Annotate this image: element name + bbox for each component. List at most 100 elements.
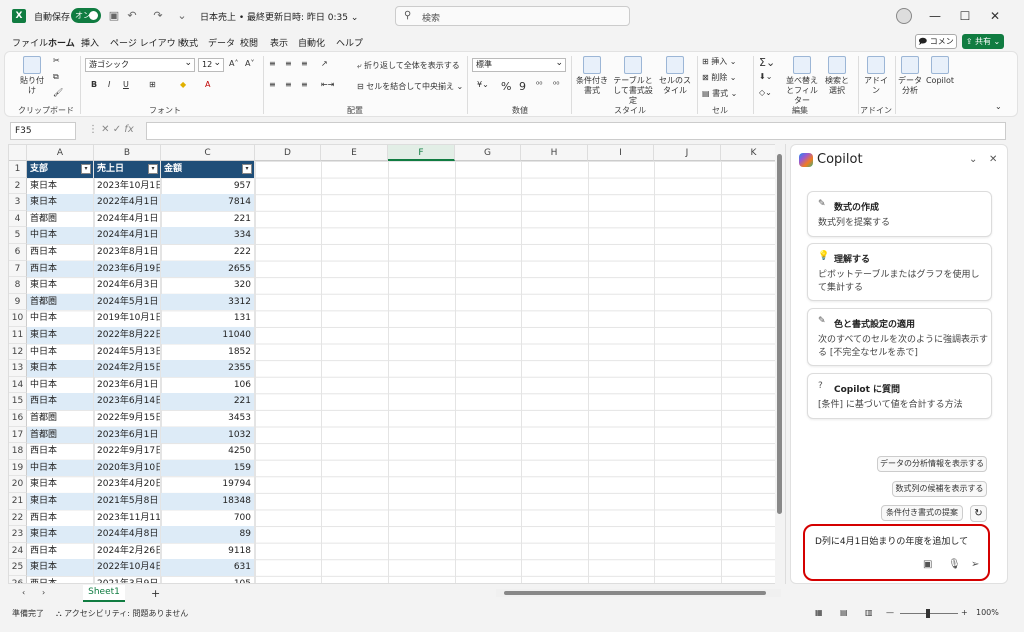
comma-icon[interactable]: 9 — [519, 80, 526, 93]
tab-view[interactable]: 表示 — [270, 36, 288, 49]
filter-dropdown-icon[interactable]: ▾ — [81, 164, 91, 174]
table-cell[interactable]: 105 — [161, 576, 255, 583]
suggestion-conditional-format[interactable]: 条件付き書式の提案 — [881, 505, 963, 521]
increase-decimal-icon[interactable]: ⁰⁰ — [536, 80, 542, 89]
table-cell[interactable]: 2023年11月11日 — [94, 509, 161, 527]
table-cell[interactable]: 3453 — [161, 410, 255, 427]
table-cell[interactable]: 2024年2月15日 — [94, 360, 161, 377]
table-cell[interactable]: 首都圏 — [27, 426, 94, 444]
table-cell[interactable]: 中日本 — [27, 376, 94, 394]
column-header-i[interactable]: I — [588, 145, 654, 161]
row-header[interactable]: 17 — [9, 426, 27, 444]
table-cell[interactable]: 131 — [161, 310, 255, 327]
row-header[interactable]: 21 — [9, 493, 27, 510]
tab-page-layout[interactable]: ページ レイアウト — [110, 36, 185, 49]
worksheet-grid[interactable]: A B C D E F G H I J K 1 2 3 4 5 6 7 8 9 10 11 12 13 14 15 16 17 18 19… — [8, 144, 786, 584]
zoom-slider-thumb[interactable] — [926, 609, 930, 618]
copy-icon[interactable]: ⧉ — [53, 72, 59, 82]
column-header-a[interactable]: A — [27, 145, 94, 161]
align-top-icon[interactable]: ≡ — [269, 59, 276, 68]
close-icon[interactable]: ✕ — [986, 7, 1004, 25]
indent-icon[interactable]: ⇤⇥ — [321, 80, 334, 89]
undo-icon[interactable]: ↶ — [124, 8, 140, 24]
table-cell[interactable]: 2021年3月9日 — [94, 576, 161, 583]
table-cell[interactable]: 2024年4月1日 — [94, 210, 161, 228]
table-cell[interactable]: 19794 — [161, 476, 255, 493]
share-button[interactable]: ⇪ 共有 ⌄ — [962, 34, 1004, 49]
suggestion-show-insights[interactable]: データの分析情報を表示する — [877, 456, 987, 472]
autosum-icon[interactable]: Σ⌄ — [759, 56, 775, 69]
table-cell[interactable]: 334 — [161, 227, 255, 244]
row-header[interactable]: 13 — [9, 360, 27, 377]
align-left-icon[interactable]: ≡ — [269, 80, 276, 89]
table-cell[interactable]: 東日本 — [27, 194, 94, 211]
user-avatar[interactable] — [896, 8, 912, 24]
accessibility-status[interactable]: ⛬ アクセシビリティ: 問題ありません — [56, 608, 188, 619]
italic-icon[interactable]: I — [108, 80, 110, 89]
row-header[interactable]: 2 — [9, 177, 27, 195]
tab-data[interactable]: データ — [208, 36, 235, 49]
row-header[interactable]: 25 — [9, 559, 27, 576]
tab-help[interactable]: ヘルプ — [336, 36, 363, 49]
prompt-guide-icon[interactable]: ▣ — [923, 559, 932, 570]
fill-color-icon[interactable]: ◆ — [180, 80, 186, 89]
comment-button[interactable]: 🗩 コメント — [915, 34, 957, 59]
zoom-out-icon[interactable]: — — [886, 608, 894, 617]
document-title[interactable]: 日本売上 • 最終更新日時: 昨日 0:35 ⌄ — [200, 10, 358, 23]
copilot-card-create-formula[interactable]: ✎ 数式の作成 数式列を提案する — [807, 191, 992, 237]
column-header-b[interactable]: B — [94, 145, 161, 161]
font-name-select[interactable]: 游ゴシック — [85, 57, 195, 72]
table-cell[interactable]: 2355 — [161, 360, 255, 377]
table-cell[interactable]: 159 — [161, 459, 255, 477]
name-box[interactable]: F35 — [10, 122, 76, 140]
column-header-f[interactable]: F — [388, 145, 455, 161]
decrease-decimal-icon[interactable]: ⁰⁰ — [553, 80, 559, 89]
table-cell[interactable]: 首都圏 — [27, 210, 94, 228]
format-cells-button[interactable]: ▤ 書式 ⌄ — [702, 88, 737, 99]
table-cell[interactable]: 18348 — [161, 493, 255, 510]
table-cell[interactable]: 106 — [161, 376, 255, 394]
table-cell[interactable]: 11040 — [161, 327, 255, 344]
cut-icon[interactable]: ✂ — [53, 56, 60, 65]
function-icon[interactable]: fx — [124, 124, 133, 135]
column-header-j[interactable]: J — [654, 145, 721, 161]
table-cell[interactable]: 1032 — [161, 426, 255, 444]
copilot-prompt-input[interactable]: D列に4月1日始まりの年度を追加して ▣ 🎙 ➢ — [803, 524, 990, 581]
table-cell[interactable]: 320 — [161, 277, 255, 294]
maximize-icon[interactable]: ☐ — [956, 7, 974, 25]
table-cell[interactable]: 2023年8月1日 — [94, 244, 161, 261]
save-icon[interactable]: ▣ — [106, 8, 122, 24]
table-cell[interactable]: 2023年6月1日 — [94, 426, 161, 444]
table-cell[interactable]: 2023年6月14日 — [94, 393, 161, 410]
column-header-c[interactable]: C — [161, 145, 255, 161]
sort-filter-button[interactable]: 並べ替えとフィルター — [783, 56, 821, 106]
table-cell[interactable]: 東日本 — [27, 526, 94, 543]
row-header[interactable]: 9 — [9, 293, 27, 311]
grow-font-icon[interactable]: A˄ — [229, 59, 238, 68]
table-header-cell[interactable]: 売上日 ▾ — [94, 161, 161, 178]
table-cell[interactable]: 2019年10月1日 — [94, 310, 161, 327]
column-header-g[interactable]: G — [455, 145, 521, 161]
table-cell[interactable]: 西日本 — [27, 393, 94, 410]
page-break-view-icon[interactable]: ▥ — [865, 608, 873, 617]
table-cell[interactable]: 2655 — [161, 260, 255, 278]
prompt-text[interactable]: D列に4月1日始まりの年度を追加して — [815, 534, 968, 547]
table-cell[interactable]: 221 — [161, 210, 255, 228]
table-cell[interactable]: 2020年3月10日 — [94, 459, 161, 477]
autosave-toggle[interactable]: オン — [71, 8, 101, 23]
minimize-icon[interactable]: — — [926, 7, 944, 25]
table-cell[interactable]: 2024年5月1日 — [94, 293, 161, 311]
close-pane-icon[interactable]: ✕ — [989, 154, 997, 165]
row-header[interactable]: 24 — [9, 542, 27, 560]
format-as-table-button[interactable]: テーブルとして書式設定 — [611, 56, 655, 106]
font-size-select[interactable]: 12 — [198, 57, 224, 72]
table-cell[interactable]: 2021年5月8日 — [94, 493, 161, 510]
table-cell[interactable]: 東日本 — [27, 277, 94, 294]
insert-cells-button[interactable]: ⊞ 挿入 ⌄ — [702, 56, 737, 67]
send-icon[interactable]: ➢ — [971, 559, 979, 570]
row-header[interactable]: 8 — [9, 277, 27, 294]
table-cell[interactable]: 中日本 — [27, 343, 94, 361]
copilot-ribbon-button[interactable]: Copilot — [925, 56, 955, 86]
prev-sheet-icon[interactable]: ‹ — [22, 588, 25, 597]
row-header[interactable]: 6 — [9, 244, 27, 261]
